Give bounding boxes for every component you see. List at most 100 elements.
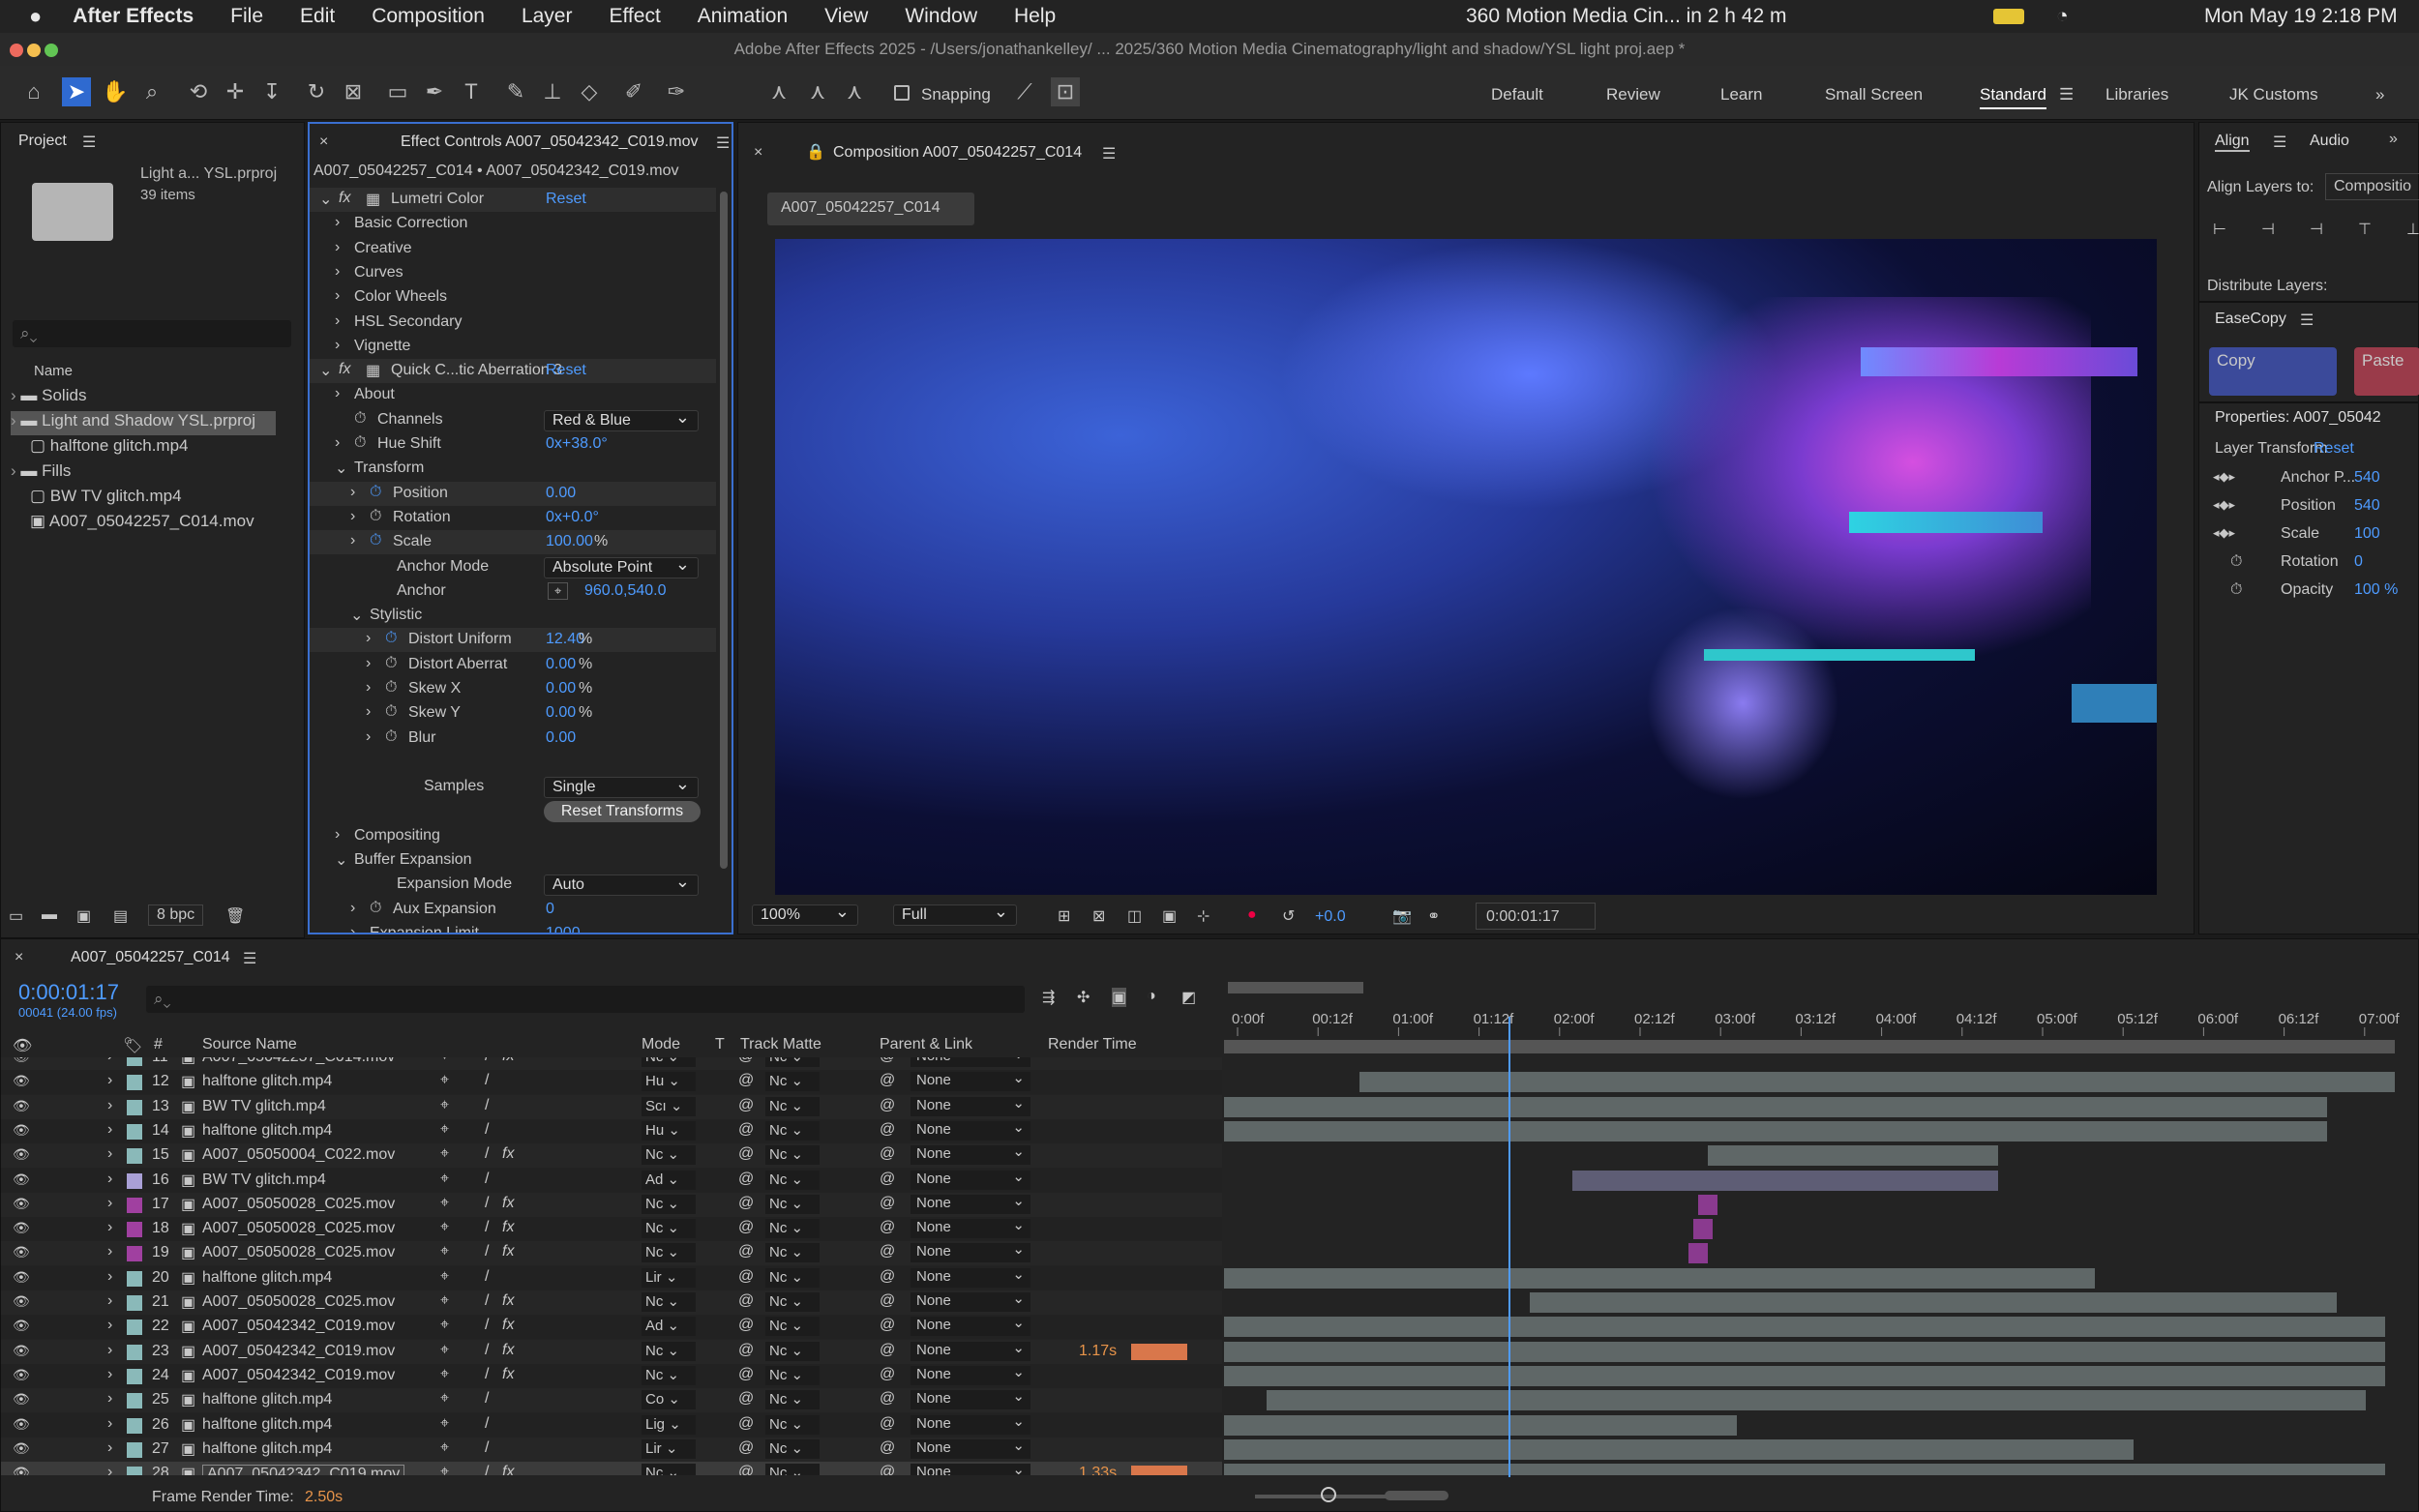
grid-icon[interactable]: ⊹ bbox=[1197, 906, 1210, 926]
trash-icon[interactable]: 🗑 bbox=[225, 906, 245, 926]
mask-icon[interactable]: ◫ bbox=[1127, 906, 1142, 926]
fx-switch-icon[interactable]: fx bbox=[502, 1057, 514, 1065]
layer-twirl-icon[interactable]: › bbox=[107, 1268, 112, 1286]
track-matte-icon[interactable]: @ bbox=[738, 1439, 754, 1457]
align-tab[interactable]: Align bbox=[2215, 133, 2250, 152]
effect-controls-tab[interactable]: Effect Controls A007_05042342_C019.mov bbox=[401, 133, 698, 151]
name-column-header[interactable]: Name bbox=[34, 363, 73, 379]
align-left-icon[interactable]: ⊢ bbox=[2213, 220, 2226, 239]
pickwhip-icon[interactable]: @ bbox=[880, 1171, 895, 1188]
selection-tool-icon[interactable]: ➤ bbox=[62, 77, 91, 106]
property-value[interactable]: 0.00 bbox=[546, 704, 576, 722]
fx-switch-icon[interactable]: fx bbox=[502, 1366, 514, 1383]
mode-dropdown[interactable]: Lir ⌄ bbox=[642, 1267, 696, 1288]
stopwatch-icon[interactable]: ⏱ bbox=[354, 434, 366, 452]
close-window-button[interactable] bbox=[10, 44, 23, 57]
track-matte-dropdown[interactable]: Nc ⌄ bbox=[765, 1414, 820, 1435]
parent-dropdown[interactable]: None⌄ bbox=[911, 1241, 1030, 1263]
visibility-eye-icon[interactable]: 👁 bbox=[13, 1146, 30, 1163]
source-name-column-header[interactable]: Source Name bbox=[202, 1036, 297, 1053]
clone-tool-icon[interactable]: ⊥ bbox=[538, 77, 567, 106]
workspace-standard[interactable]: Standard bbox=[1980, 85, 2046, 109]
workspace-review[interactable]: Review bbox=[1606, 85, 1660, 104]
fx-switch-icon[interactable]: fx bbox=[502, 1464, 514, 1475]
twirl-icon[interactable]: › bbox=[350, 924, 355, 933]
layer-duration-bar[interactable] bbox=[1708, 1145, 1998, 1167]
pan-tool-icon[interactable]: ✛ bbox=[221, 77, 250, 106]
twirl-icon[interactable]: › bbox=[366, 630, 371, 647]
effect-property-row[interactable]: ⌄ Transform bbox=[310, 457, 716, 481]
align-to-dropdown[interactable]: Compositio bbox=[2325, 173, 2419, 200]
hand-tool-icon[interactable]: ✋ bbox=[101, 77, 130, 106]
track-matte-dropdown[interactable]: Nc ⌄ bbox=[765, 1438, 820, 1459]
layer-duration-bar[interactable] bbox=[1224, 1267, 2095, 1289]
layer-name[interactable]: BW TV glitch.mp4 bbox=[202, 1098, 326, 1115]
parent-dropdown[interactable]: None⌄ bbox=[911, 1095, 1030, 1116]
track-matte-icon[interactable]: @ bbox=[738, 1390, 754, 1408]
quality-icon[interactable]: / bbox=[485, 1097, 489, 1114]
layer-label-color[interactable] bbox=[127, 1246, 142, 1262]
track-matte-dropdown[interactable]: Nc ⌄ bbox=[765, 1057, 820, 1067]
parent-dropdown[interactable]: None⌄ bbox=[911, 1413, 1030, 1435]
layer-row[interactable]: 👁 › 24 ▣ A007_05042342_C019.mov ⌖ / fx N… bbox=[1, 1363, 1222, 1388]
more-workspaces-icon[interactable]: » bbox=[2375, 85, 2384, 104]
twirl-icon[interactable]: › bbox=[366, 655, 371, 672]
parent-dropdown[interactable]: None⌄ bbox=[911, 1266, 1030, 1288]
home-icon[interactable]: ⌂ bbox=[19, 77, 48, 106]
project-item[interactable]: › ▬ Fills bbox=[11, 461, 282, 486]
composition-tab[interactable]: Composition A007_05042257_C014 bbox=[833, 144, 1082, 162]
effect-property-row[interactable]: › ⏱ Distort Uniform 12.40% bbox=[310, 628, 716, 653]
transform-property-value[interactable]: 540 bbox=[2354, 469, 2380, 487]
pickwhip-icon[interactable]: @ bbox=[880, 1121, 895, 1139]
project-item[interactable]: ▣ A007_05042257_C014.mov bbox=[30, 512, 282, 536]
quality-icon[interactable]: / bbox=[485, 1366, 489, 1383]
twirl-icon[interactable]: ⌄ bbox=[319, 190, 332, 209]
properties-tab[interactable]: Properties: A007_05042 bbox=[2215, 409, 2381, 427]
effect-property-row[interactable]: › About bbox=[310, 383, 716, 407]
layer-twirl-icon[interactable]: › bbox=[107, 1317, 112, 1334]
mode-dropdown[interactable]: Nc ⌄ bbox=[642, 1243, 696, 1263]
layer-name[interactable]: A007_05050028_C025.mov bbox=[202, 1220, 395, 1237]
timeline-menu-icon[interactable]: ☰ bbox=[243, 949, 256, 968]
visibility-eye-icon[interactable]: 👁 bbox=[13, 1318, 30, 1334]
pickwhip-icon[interactable]: @ bbox=[880, 1317, 895, 1334]
effect-property-row[interactable]: ⌄ fx ▦ Quick C...tic Aberration 3 Reset bbox=[310, 359, 716, 384]
parent-dropdown[interactable]: None⌄ bbox=[911, 1388, 1030, 1410]
workspace-libraries[interactable]: Libraries bbox=[2105, 85, 2168, 104]
t-column-header[interactable]: T bbox=[715, 1036, 725, 1053]
comp-menu-icon[interactable]: ☰ bbox=[1102, 144, 1116, 163]
new-comp-icon[interactable]: ▣ bbox=[76, 906, 91, 926]
stopwatch-icon[interactable]: ⏱ bbox=[370, 900, 381, 917]
twirl-icon[interactable]: › bbox=[366, 728, 371, 746]
project-item[interactable]: › ▬ Solids bbox=[11, 386, 282, 410]
effect-property-row[interactable]: › Vignette bbox=[310, 335, 716, 359]
layer-twirl-icon[interactable]: › bbox=[107, 1072, 112, 1089]
layer-label-color[interactable] bbox=[127, 1393, 142, 1409]
track-matte-dropdown[interactable]: Nc ⌄ bbox=[765, 1267, 820, 1288]
track-matte-icon[interactable]: @ bbox=[738, 1145, 754, 1163]
effect-property-row[interactable]: › ⏱ Skew Y 0.00% bbox=[310, 701, 716, 726]
twirl-icon[interactable]: › bbox=[335, 312, 340, 330]
layer-row[interactable]: 👁 › 20 ▣ halftone glitch.mp4 ⌖ / Lir ⌄ @… bbox=[1, 1265, 1222, 1290]
clock[interactable]: Mon May 19 2:18 PM bbox=[2204, 5, 2398, 28]
parent-column-header[interactable]: Parent & Link bbox=[880, 1036, 972, 1053]
effect-property-row[interactable]: › ⏱ Hue Shift 0x+38.0° bbox=[310, 432, 716, 457]
anchor-tool-icon[interactable]: ⊠ bbox=[339, 77, 368, 106]
layer-twirl-icon[interactable]: › bbox=[107, 1243, 112, 1260]
effect-property-row[interactable]: ⌄ Stylistic bbox=[310, 604, 716, 628]
minimize-window-button[interactable] bbox=[27, 44, 41, 57]
visibility-eye-icon[interactable]: 👁 bbox=[13, 1196, 30, 1212]
more-panels-icon[interactable]: » bbox=[2389, 131, 2398, 148]
layer-name[interactable]: halftone glitch.mp4 bbox=[202, 1073, 332, 1090]
easecopy-menu-icon[interactable]: ☰ bbox=[2300, 311, 2314, 330]
collapse-icon[interactable]: ⌖ bbox=[440, 1145, 449, 1163]
layer-label-color[interactable] bbox=[127, 1057, 142, 1066]
transform-property-row[interactable]: ⏱ Rotation 0 bbox=[2199, 549, 2419, 577]
project-item[interactable]: ▢ halftone glitch.mp4 bbox=[30, 436, 282, 460]
track-matte-icon[interactable]: @ bbox=[738, 1243, 754, 1260]
anchor-crosshair-icon[interactable]: ⌖ bbox=[548, 581, 569, 600]
pickwhip-icon[interactable]: @ bbox=[880, 1195, 895, 1212]
track-matte-dropdown[interactable]: Nc ⌄ bbox=[765, 1464, 820, 1475]
track-matte-icon[interactable]: @ bbox=[738, 1342, 754, 1359]
layer-twirl-icon[interactable]: › bbox=[107, 1366, 112, 1383]
